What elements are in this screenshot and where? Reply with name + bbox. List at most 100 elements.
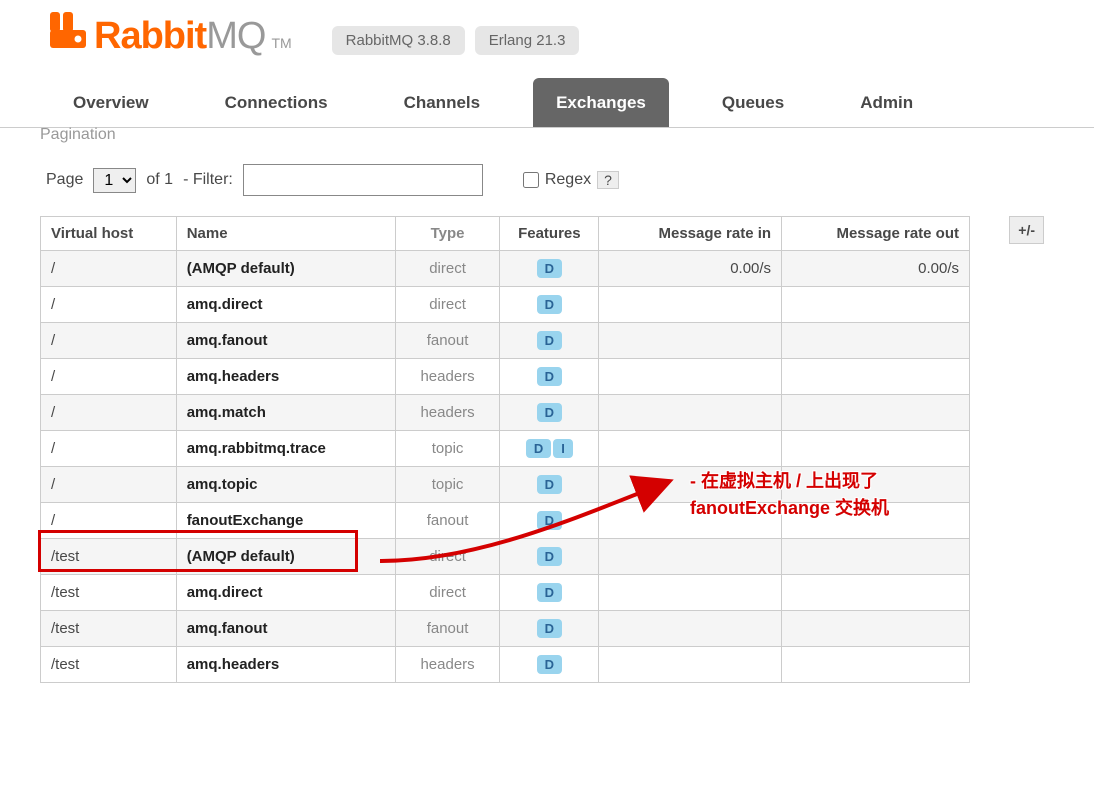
cell-rate-out	[782, 395, 970, 431]
cell-type: fanout	[395, 611, 499, 647]
cell-vhost: /	[41, 359, 177, 395]
regex-checkbox[interactable]	[523, 172, 539, 188]
cell-rate-in	[599, 323, 782, 359]
cell-rate-out	[782, 323, 970, 359]
feature-badge: I	[553, 439, 573, 458]
cell-vhost: /	[41, 395, 177, 431]
cell-vhost: /	[41, 431, 177, 467]
cell-vhost: /	[41, 467, 177, 503]
cell-vhost: /	[41, 287, 177, 323]
columns-toggle-button[interactable]: +/-	[1009, 216, 1044, 244]
cell-name[interactable]: amq.rabbitmq.trace	[176, 431, 395, 467]
cell-type: fanout	[395, 503, 499, 539]
cell-rate-in	[599, 287, 782, 323]
tab-queues[interactable]: Queues	[699, 78, 807, 127]
cell-rate-out	[782, 287, 970, 323]
tab-admin[interactable]: Admin	[837, 78, 936, 127]
tab-connections[interactable]: Connections	[202, 78, 351, 127]
regex-help-button[interactable]: ?	[597, 171, 619, 189]
cell-features: DI	[500, 431, 599, 467]
cell-rate-in	[599, 611, 782, 647]
table-row: /amq.directdirectD	[41, 287, 970, 323]
cell-name[interactable]: fanoutExchange	[176, 503, 395, 539]
page-label: Page	[46, 171, 83, 189]
th-rate-out[interactable]: Message rate out	[782, 217, 970, 251]
cell-name[interactable]: amq.topic	[176, 467, 395, 503]
cell-rate-in	[599, 575, 782, 611]
cell-rate-out	[782, 359, 970, 395]
cell-features: D	[500, 251, 599, 287]
cell-rate-out	[782, 575, 970, 611]
table-row: /(AMQP default)directD0.00/s0.00/s	[41, 251, 970, 287]
feature-badge: D	[537, 619, 562, 638]
annotation-line1: - 在虚拟主机 / 上出现了	[690, 471, 878, 491]
section-title: Pagination	[0, 126, 1094, 144]
cell-features: D	[500, 467, 599, 503]
cell-type: fanout	[395, 323, 499, 359]
cell-name[interactable]: (AMQP default)	[176, 539, 395, 575]
cell-name[interactable]: (AMQP default)	[176, 251, 395, 287]
table-header-row: Virtual host Name Type Features Message …	[41, 217, 970, 251]
tab-channels[interactable]: Channels	[381, 78, 504, 127]
tabs: Overview Connections Channels Exchanges …	[0, 58, 1094, 128]
cell-rate-in	[599, 539, 782, 575]
filter-input[interactable]	[243, 164, 483, 196]
logo-text-rabbit: Rabbit	[94, 15, 206, 57]
annotation-text: - 在虚拟主机 / 上出现了 fanoutExchange 交换机	[690, 468, 889, 522]
feature-badge: D	[526, 439, 551, 458]
cell-type: headers	[395, 359, 499, 395]
cell-features: D	[500, 359, 599, 395]
th-type[interactable]: Type	[395, 217, 499, 251]
cell-name[interactable]: amq.headers	[176, 359, 395, 395]
cell-features: D	[500, 611, 599, 647]
cell-features: D	[500, 647, 599, 683]
table-row: /testamq.headersheadersD	[41, 647, 970, 683]
rabbitmq-logo-icon	[50, 12, 86, 48]
cell-features: D	[500, 323, 599, 359]
cell-rate-in: 0.00/s	[599, 251, 782, 287]
cell-type: direct	[395, 539, 499, 575]
cell-rate-out	[782, 611, 970, 647]
cell-rate-out	[782, 647, 970, 683]
page-of-label: of 1	[146, 171, 173, 189]
page-select[interactable]: 1	[93, 168, 136, 193]
cell-vhost: /	[41, 323, 177, 359]
feature-badge: D	[537, 511, 562, 530]
table-row: /amq.headersheadersD	[41, 359, 970, 395]
logo[interactable]: RabbitMQ TM	[50, 12, 292, 58]
th-vhost[interactable]: Virtual host	[41, 217, 177, 251]
feature-badge: D	[537, 655, 562, 674]
logo-tm: TM	[271, 35, 291, 51]
feature-badge: D	[537, 295, 562, 314]
tab-exchanges[interactable]: Exchanges	[533, 78, 669, 127]
feature-badge: D	[537, 475, 562, 494]
cell-rate-in	[599, 431, 782, 467]
table-row: /amq.matchheaders D	[41, 395, 970, 431]
table-row: /test(AMQP default)directD	[41, 539, 970, 575]
exchanges-table-wrap: +/- Virtual host Name Type Features Mess…	[0, 216, 1094, 683]
regex-label: Regex	[545, 171, 591, 189]
cell-name[interactable]: amq.fanout	[176, 323, 395, 359]
rabbitmq-version-badge: RabbitMQ 3.8.8	[332, 26, 465, 55]
th-rate-in[interactable]: Message rate in	[599, 217, 782, 251]
cell-vhost: /test	[41, 575, 177, 611]
cell-rate-in	[599, 647, 782, 683]
th-name[interactable]: Name	[176, 217, 395, 251]
cell-name[interactable]: amq.fanout	[176, 611, 395, 647]
cell-name[interactable]: amq.match	[176, 395, 395, 431]
table-row: /testamq.fanoutfanoutD	[41, 611, 970, 647]
cell-features: D	[500, 287, 599, 323]
cell-name[interactable]: amq.direct	[176, 575, 395, 611]
tab-overview[interactable]: Overview	[50, 78, 172, 127]
cell-vhost: /	[41, 251, 177, 287]
feature-badge: D	[537, 259, 562, 278]
feature-badge: D	[537, 403, 562, 422]
annotation-line2: fanoutExchange 交换机	[690, 498, 889, 518]
cell-type: headers	[395, 647, 499, 683]
cell-name[interactable]: amq.direct	[176, 287, 395, 323]
th-features[interactable]: Features	[500, 217, 599, 251]
cell-type: headers	[395, 395, 499, 431]
cell-name[interactable]: amq.headers	[176, 647, 395, 683]
filter-label: - Filter:	[183, 171, 233, 189]
cell-rate-in	[599, 359, 782, 395]
